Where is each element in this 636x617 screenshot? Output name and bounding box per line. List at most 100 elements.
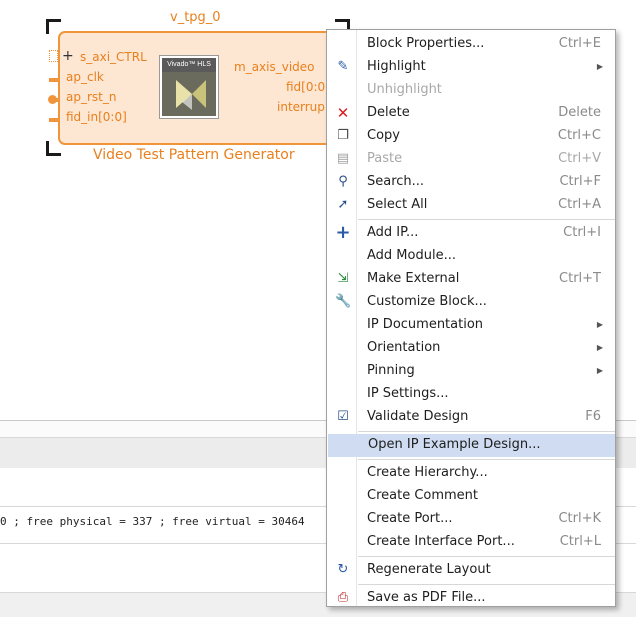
menu-item-shortcut: Ctrl+T bbox=[559, 271, 601, 286]
menu-item-ip-settings[interactable]: IP Settings... bbox=[327, 383, 615, 406]
pin-stub-fid-in[interactable] bbox=[49, 118, 59, 122]
add-icon: + bbox=[335, 222, 351, 243]
menu-item-highlight[interactable]: ✎ Highlight ▶ bbox=[327, 56, 615, 79]
menu-item-label: Select All bbox=[367, 197, 428, 212]
menu-item-orientation[interactable]: Orientation ▶ bbox=[327, 337, 615, 360]
menu-item-label: Validate Design bbox=[367, 409, 469, 424]
menu-item-add-module[interactable]: Add Module... bbox=[327, 245, 615, 268]
submenu-arrow-icon: ▶ bbox=[596, 320, 603, 329]
menu-item-create-interface-port[interactable]: Create Interface Port... Ctrl+L bbox=[327, 531, 615, 554]
menu-item-label: Paste bbox=[367, 151, 403, 166]
validate-check-icon: ☑ bbox=[337, 409, 349, 424]
menu-separator bbox=[358, 556, 615, 557]
menu-item-label: Orientation bbox=[367, 340, 441, 355]
paste-icon: ▤ bbox=[336, 151, 350, 166]
menu-item-shortcut: F6 bbox=[585, 409, 601, 424]
menu-item-search[interactable]: ⚲ Search... Ctrl+F bbox=[327, 171, 615, 194]
menu-item-validate-design[interactable]: ☑ Validate Design F6 bbox=[327, 406, 615, 429]
menu-item-unhighlight: Unhighlight bbox=[327, 79, 615, 102]
menu-item-label: Block Properties... bbox=[367, 36, 485, 51]
menu-item-label: Highlight bbox=[367, 59, 426, 74]
menu-item-label: Delete bbox=[367, 105, 410, 120]
menu-item-shortcut: Ctrl+L bbox=[559, 534, 601, 549]
menu-item-label: Customize Block... bbox=[367, 294, 487, 309]
console-output-text: 0 ; free physical = 337 ; free virtual =… bbox=[0, 515, 305, 528]
menu-item-shortcut: Ctrl+F bbox=[559, 174, 601, 189]
menu-item-label: Create Comment bbox=[367, 488, 479, 503]
submenu-arrow-icon: ▶ bbox=[596, 343, 603, 352]
menu-item-shortcut: Delete bbox=[558, 105, 601, 120]
menu-item-label: Add Module... bbox=[367, 248, 456, 263]
copy-icon: ❐ bbox=[337, 128, 349, 143]
menu-item-create-comment[interactable]: Create Comment bbox=[327, 485, 615, 508]
make-external-icon: ⇲ bbox=[337, 271, 349, 286]
s-axi-port-handle[interactable] bbox=[49, 50, 58, 62]
selection-corner-top-left bbox=[46, 19, 61, 34]
pin-fid-in[interactable]: fid_in[0:0] bbox=[66, 110, 127, 124]
menu-item-shortcut: Ctrl+K bbox=[558, 511, 601, 526]
menu-item-shortcut: Ctrl+I bbox=[563, 225, 601, 240]
menu-item-shortcut: Ctrl+E bbox=[558, 36, 601, 51]
menu-item-label: Save as PDF File... bbox=[367, 590, 486, 605]
block-instance-name: v_tpg_0 bbox=[170, 10, 221, 25]
pin-stub-ap-clk[interactable] bbox=[49, 78, 59, 82]
select-all-icon: ➚ bbox=[337, 197, 349, 212]
logo-text: Vivado™ HLS bbox=[162, 58, 216, 72]
pin-interrupt[interactable]: interrup bbox=[277, 100, 325, 114]
menu-item-label: IP Settings... bbox=[367, 386, 449, 401]
menu-item-create-port[interactable]: Create Port... Ctrl+K bbox=[327, 508, 615, 531]
pdf-icon: ⎙ bbox=[337, 590, 349, 605]
menu-item-label: Unhighlight bbox=[367, 82, 442, 97]
menu-separator bbox=[358, 219, 615, 220]
menu-item-label: Open IP Example Design... bbox=[368, 437, 541, 452]
menu-item-regenerate-layout[interactable]: ↻ Regenerate Layout bbox=[327, 559, 615, 582]
menu-item-label: Add IP... bbox=[367, 225, 419, 240]
menu-item-select-all[interactable]: ➚ Select All Ctrl+A bbox=[327, 194, 615, 217]
menu-item-label: Regenerate Layout bbox=[367, 562, 491, 577]
expand-interface-icon[interactable]: + bbox=[62, 49, 74, 63]
menu-item-paste: ▤ Paste Ctrl+V bbox=[327, 148, 615, 171]
menu-item-customize-block[interactable]: 🔧 Customize Block... bbox=[327, 291, 615, 314]
pin-m-axis-video[interactable]: m_axis_video bbox=[234, 60, 315, 74]
menu-item-shortcut: Ctrl+C bbox=[557, 128, 601, 143]
submenu-arrow-icon: ▶ bbox=[596, 62, 603, 71]
regenerate-icon: ↻ bbox=[337, 562, 349, 577]
xilinx-logo-icon bbox=[176, 80, 206, 110]
menu-item-create-hierarchy[interactable]: Create Hierarchy... bbox=[327, 462, 615, 485]
menu-item-open-ip-example-design[interactable]: Open IP Example Design... bbox=[328, 434, 615, 457]
menu-separator bbox=[358, 584, 615, 585]
menu-item-add-ip[interactable]: + Add IP... Ctrl+I bbox=[327, 222, 615, 245]
pin-s-axi-ctrl[interactable]: s_axi_CTRL bbox=[80, 50, 147, 64]
menu-item-pinning[interactable]: Pinning ▶ bbox=[327, 360, 615, 383]
menu-item-label: Search... bbox=[367, 174, 425, 189]
selection-corner-bottom-left bbox=[46, 141, 61, 156]
menu-item-copy[interactable]: ❐ Copy Ctrl+C bbox=[327, 125, 615, 148]
highlight-pen-icon: ✎ bbox=[337, 59, 349, 74]
menu-item-ip-documentation[interactable]: IP Documentation ▶ bbox=[327, 314, 615, 337]
wrench-icon: 🔧 bbox=[335, 294, 352, 309]
submenu-arrow-icon: ▶ bbox=[596, 366, 603, 375]
pin-stub-ap-rst-n bbox=[52, 98, 59, 102]
menu-separator bbox=[358, 459, 615, 460]
logo-graphic bbox=[162, 72, 216, 116]
block-caption: Video Test Pattern Generator bbox=[93, 147, 295, 163]
menu-item-label: Copy bbox=[367, 128, 400, 143]
pin-fid[interactable]: fid[0:0] bbox=[286, 80, 330, 94]
pin-ap-clk[interactable]: ap_clk bbox=[66, 70, 104, 84]
menu-item-block-properties[interactable]: Block Properties... Ctrl+E bbox=[327, 33, 615, 56]
menu-item-label: Create Interface Port... bbox=[367, 534, 515, 549]
menu-separator bbox=[358, 431, 615, 432]
pin-ap-rst-n[interactable]: ap_rst_n bbox=[66, 90, 116, 104]
menu-item-label: Pinning bbox=[367, 363, 415, 378]
menu-item-shortcut: Ctrl+A bbox=[558, 197, 601, 212]
menu-item-save-as-pdf-file[interactable]: ⎙ Save as PDF File... bbox=[327, 587, 615, 606]
vivado-hls-logo: Vivado™ HLS bbox=[159, 55, 219, 119]
menu-item-label: Create Port... bbox=[367, 511, 453, 526]
search-icon: ⚲ bbox=[338, 174, 348, 189]
menu-item-label: Create Hierarchy... bbox=[367, 465, 488, 480]
menu-item-label: IP Documentation bbox=[367, 317, 484, 332]
menu-item-make-external[interactable]: ⇲ Make External Ctrl+T bbox=[327, 268, 615, 291]
menu-item-delete[interactable]: ✕ Delete Delete bbox=[327, 102, 615, 125]
context-menu: Block Properties... Ctrl+E ✎ Highlight ▶ Unhi… bbox=[326, 29, 616, 607]
delete-x-icon: ✕ bbox=[336, 104, 350, 122]
